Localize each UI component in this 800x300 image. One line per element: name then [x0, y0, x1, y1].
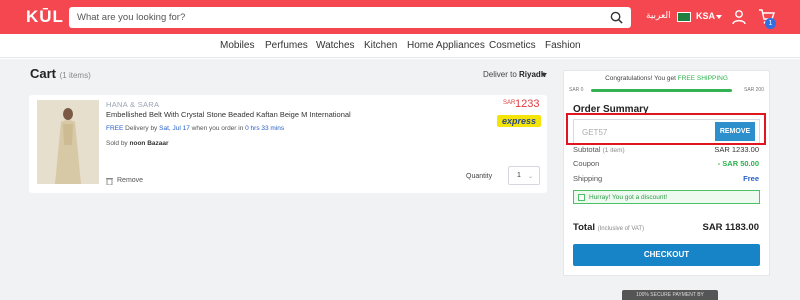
total-label: Total (Inclusive of VAT): [573, 222, 645, 233]
remove-item-button[interactable]: Remove: [117, 177, 143, 184]
cart-title: Cart (1 items): [30, 66, 91, 81]
quantity-select[interactable]: 1 ⌄: [508, 166, 540, 185]
nav-item-perfumes[interactable]: Perfumes: [265, 40, 308, 51]
quantity-value: 1: [517, 172, 521, 179]
nav-item-home-appliances[interactable]: Home Appliances: [407, 40, 485, 51]
country-selector[interactable]: KSA: [696, 11, 715, 21]
seller-info: Sold by noon Bazaar: [106, 140, 169, 147]
free-shipping-message: Congratulations! You get FREE SHIPPING: [605, 75, 728, 82]
progress-max: SAR 200: [743, 87, 764, 93]
order-summary-panel: Congratulations! You get FREE SHIPPING S…: [563, 70, 770, 276]
nav-item-kitchen[interactable]: Kitchen: [364, 40, 397, 51]
product-name[interactable]: Embellished Belt With Crystal Stone Bead…: [106, 110, 351, 119]
chevron-down-icon: ⌄: [527, 174, 533, 180]
chevron-down-icon[interactable]: [541, 73, 547, 77]
category-nav: Mobiles Perfumes Watches Kitchen Home Ap…: [0, 34, 800, 58]
secure-payment-badge: 100% SECURE PAYMENT BY: [622, 290, 718, 300]
site-logo[interactable]: KŪL: [26, 7, 64, 27]
product-brand[interactable]: HANA & SARA: [106, 100, 159, 109]
search-icon[interactable]: [610, 11, 623, 24]
nav-item-watches[interactable]: Watches: [316, 40, 355, 51]
cart-item-count: (1 items): [59, 71, 91, 80]
discount-banner: Hurray! You got a discount!: [573, 190, 760, 204]
quantity-label: Quantity: [466, 173, 493, 180]
search-input[interactable]: [77, 7, 597, 28]
nav-item-cosmetics[interactable]: Cosmetics: [489, 40, 536, 51]
item-price: 1233: [515, 98, 540, 110]
shipping-label: Shipping: [573, 174, 603, 183]
search-bar[interactable]: [69, 7, 631, 28]
express-badge: express: [497, 115, 541, 127]
nav-item-mobiles[interactable]: Mobiles: [220, 40, 254, 51]
progress-min: SAR 0: [569, 87, 584, 93]
cart-badge: 1: [765, 18, 776, 29]
check-icon: [578, 194, 585, 201]
cart-item: HANA & SARA Embellished Belt With Crysta…: [29, 95, 547, 193]
discount-message: Hurray! You got a discount!: [589, 194, 668, 201]
chevron-down-icon[interactable]: [716, 15, 722, 19]
checkout-button[interactable]: CHECKOUT: [573, 244, 760, 266]
price-currency: SAR: [503, 100, 516, 106]
highlight-frame: [566, 113, 766, 145]
subtotal-value: SAR 1233.00: [714, 145, 759, 154]
shipping-progress-bar: [591, 89, 732, 92]
product-image[interactable]: [37, 100, 99, 184]
nav-item-fashion[interactable]: Fashion: [545, 40, 581, 51]
shipping-value: Free: [743, 174, 759, 183]
flag-icon[interactable]: [677, 12, 691, 22]
user-icon[interactable]: [731, 9, 747, 25]
total-value: SAR 1183.00: [702, 222, 759, 233]
coupon-label: Coupon: [573, 159, 600, 168]
deliver-to-selector[interactable]: Deliver to Riyadh: [483, 70, 546, 79]
coupon-discount-value: - SAR 50.00: [717, 159, 759, 168]
language-switch[interactable]: العربية: [646, 11, 671, 21]
delivery-estimate: FREE Delivery by Sat, Jul 17 when you or…: [106, 125, 285, 132]
subtotal-label: Subtotal (1 item): [573, 145, 625, 154]
trash-icon[interactable]: [106, 177, 113, 185]
